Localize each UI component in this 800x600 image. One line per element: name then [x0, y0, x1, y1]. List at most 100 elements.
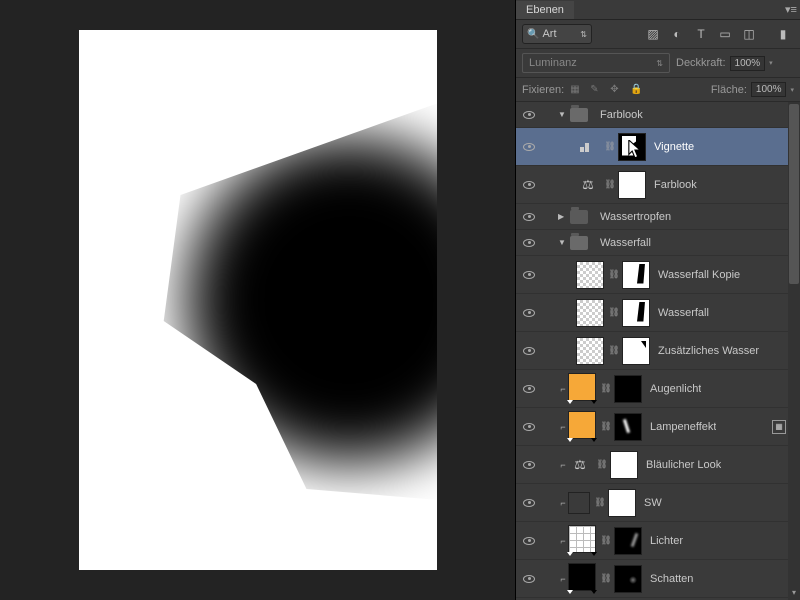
layer-farblook[interactable]: ⚖ ⛓ Farblook: [516, 166, 800, 204]
gradient-map-thumbnail[interactable]: [568, 492, 590, 514]
link-mask-icon[interactable]: ⛓: [604, 179, 616, 190]
layer-mask-thumbnail[interactable]: [610, 451, 638, 479]
layer-sw[interactable]: ⌐ ⛓ SW: [516, 484, 800, 522]
layer-label: Farblook: [654, 179, 697, 191]
layer-wasserfall[interactable]: ⛓ Wasserfall: [516, 294, 800, 332]
visibility-toggle[interactable]: [518, 309, 540, 317]
layer-mask-thumbnail[interactable]: [618, 171, 646, 199]
eye-icon: [523, 385, 535, 393]
layer-mask-thumbnail[interactable]: [614, 375, 642, 403]
lock-fill-row: Fixieren: ▦ ✎ ✥ 🔒 Fläche: 100% ▾: [516, 78, 800, 102]
adjustment-thumbnail[interactable]: [568, 373, 596, 401]
eye-icon: [523, 461, 535, 469]
layer-wasserfall-kopie[interactable]: ⛓ Wasserfall Kopie: [516, 256, 800, 294]
layer-vignette[interactable]: ⛓ Vignette: [516, 128, 800, 166]
visibility-toggle[interactable]: [518, 239, 540, 247]
adjustment-thumbnail[interactable]: [568, 563, 596, 591]
layer-mask-thumbnail[interactable]: [622, 261, 650, 289]
visibility-toggle[interactable]: [518, 537, 540, 545]
filter-shape-icon[interactable]: ▭: [718, 27, 732, 41]
chevron-down-icon[interactable]: ▾: [769, 59, 773, 67]
layer-augenlicht[interactable]: ⌐ ⛓ Augenlicht: [516, 370, 800, 408]
layer-label: Wassertropfen: [600, 211, 671, 223]
layer-blaulicher-look[interactable]: ⌐ ⚖ ⛓ Bläulicher Look: [516, 446, 800, 484]
filter-toggle-icon[interactable]: ▮: [776, 27, 790, 41]
layer-schatten[interactable]: ⌐ ⛓ Schatten: [516, 560, 800, 598]
lock-position-icon[interactable]: ✥: [610, 84, 622, 96]
scroll-down-icon[interactable]: ▾: [788, 588, 800, 600]
layer-group-wasserfall[interactable]: ▼ Wasserfall: [516, 230, 800, 256]
layer-thumbnail[interactable]: [576, 299, 604, 327]
layer-zusatz-wasser[interactable]: ⛓ Zusätzliches Wasser: [516, 332, 800, 370]
link-mask-icon[interactable]: ⛓: [600, 383, 612, 394]
layer-mask-thumbnail[interactable]: [614, 413, 642, 441]
link-mask-icon[interactable]: ⛓: [600, 535, 612, 546]
link-mask-icon[interactable]: ⛓: [600, 573, 612, 584]
blend-mode-select[interactable]: Luminanz ⇅: [522, 53, 670, 73]
visibility-toggle[interactable]: [518, 271, 540, 279]
visibility-toggle[interactable]: [518, 181, 540, 189]
scrollbar-thumb[interactable]: [789, 104, 799, 284]
filter-smart-icon[interactable]: ◫: [742, 27, 756, 41]
link-mask-icon[interactable]: ⛓: [608, 307, 620, 318]
layer-mask-thumbnail[interactable]: [622, 299, 650, 327]
panel-menu-button[interactable]: ▾≡: [782, 3, 800, 16]
folder-open-icon: [570, 108, 588, 122]
document-canvas[interactable]: [79, 30, 437, 570]
visibility-toggle[interactable]: [518, 423, 540, 431]
fill-value[interactable]: 100%: [751, 82, 787, 97]
visibility-toggle[interactable]: [518, 499, 540, 507]
disclosure-triangle-icon[interactable]: ▼: [558, 110, 570, 119]
panel-tab-layers[interactable]: Ebenen: [516, 1, 574, 19]
layer-lichter[interactable]: ⌐ ⛓ Lichter: [516, 522, 800, 560]
blend-opacity-row: Luminanz ⇅ Deckkraft: 100% ▾: [516, 49, 800, 78]
visibility-toggle[interactable]: [518, 461, 540, 469]
link-mask-icon[interactable]: ⛓: [604, 141, 616, 152]
eye-icon: [523, 537, 535, 545]
link-mask-icon[interactable]: ⛓: [608, 269, 620, 280]
layer-mask-thumbnail[interactable]: [614, 527, 642, 555]
visibility-toggle[interactable]: [518, 213, 540, 221]
filter-type-select[interactable]: 🔍 Art ⇅: [522, 24, 592, 44]
scrollbar-track[interactable]: ▴ ▾: [788, 102, 800, 600]
layer-mask-thumbnail[interactable]: [622, 337, 650, 365]
visibility-toggle[interactable]: [518, 575, 540, 583]
blend-mode-value: Luminanz: [529, 57, 577, 69]
filter-adjustment-icon[interactable]: ◐: [670, 27, 684, 41]
layer-mask-thumbnail[interactable]: [608, 489, 636, 517]
eye-icon: [523, 181, 535, 189]
adjustment-thumbnail[interactable]: [568, 411, 596, 439]
eye-icon: [523, 271, 535, 279]
eye-icon: [523, 213, 535, 221]
visibility-toggle[interactable]: [518, 347, 540, 355]
layer-group-farblook[interactable]: ▼ Farblook: [516, 102, 800, 128]
visibility-toggle[interactable]: [518, 385, 540, 393]
link-mask-icon[interactable]: ⛓: [608, 345, 620, 356]
lock-all-icon[interactable]: 🔒: [630, 84, 642, 96]
mask-preview-blob: [139, 90, 437, 510]
lock-pixels-icon[interactable]: ✎: [590, 84, 602, 96]
filter-type-icon[interactable]: T: [694, 27, 708, 41]
curves-adjustment-thumbnail[interactable]: [568, 525, 596, 553]
layer-lampeneffekt[interactable]: ⌐ ⛓ Lampeneffekt ▦: [516, 408, 800, 446]
layer-thumbnail[interactable]: [576, 261, 604, 289]
layer-mask-thumbnail[interactable]: [614, 565, 642, 593]
opacity-value[interactable]: 100%: [730, 56, 766, 71]
filter-pixel-icon[interactable]: ▨: [646, 27, 660, 41]
disclosure-triangle-icon[interactable]: ▼: [558, 238, 570, 247]
layer-thumbnail[interactable]: [576, 337, 604, 365]
layer-group-wassertropfen[interactable]: ▶ Wassertropfen: [516, 204, 800, 230]
link-mask-icon[interactable]: ⛓: [594, 497, 606, 508]
chevron-down-icon[interactable]: ▾: [790, 86, 794, 94]
link-mask-icon[interactable]: ⛓: [600, 421, 612, 432]
link-mask-icon[interactable]: ⛓: [596, 459, 608, 470]
visibility-toggle[interactable]: [518, 143, 540, 151]
disclosure-triangle-icon[interactable]: ▶: [558, 212, 570, 221]
smart-filter-icon[interactable]: ▦: [772, 420, 786, 434]
layer-mask-thumbnail[interactable]: [618, 133, 646, 161]
visibility-toggle[interactable]: [518, 111, 540, 119]
lock-transparency-icon[interactable]: ▦: [570, 84, 582, 96]
layer-label: SW: [644, 497, 662, 509]
layer-label: Wasserfall: [658, 307, 709, 319]
eye-icon: [523, 143, 535, 151]
